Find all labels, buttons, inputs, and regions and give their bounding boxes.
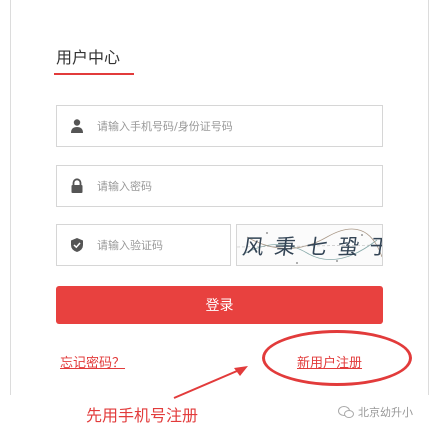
forgot-password-link[interactable]: 忘记密码？ [60, 352, 125, 371]
annotation-arrow [173, 366, 248, 399]
captcha-field[interactable] [56, 224, 242, 266]
watermark: 北京幼升小 [338, 404, 413, 420]
user-icon [69, 118, 85, 134]
annotation-text: 先用手机号注册 [86, 406, 199, 425]
shield-icon [69, 237, 85, 253]
password-input[interactable] [97, 166, 382, 206]
password-field[interactable] [56, 165, 383, 207]
phone-field[interactable] [56, 105, 383, 147]
login-button[interactable]: 登录 [56, 286, 383, 324]
register-link[interactable]: 新用户注册 [297, 352, 362, 371]
wechat-icon [338, 406, 354, 418]
watermark-text: 北京幼升小 [358, 406, 413, 419]
title-underline [54, 73, 134, 75]
phone-input[interactable] [97, 106, 382, 146]
captcha-image[interactable]: 风 秉 七 蛩 于 [236, 224, 383, 266]
page-title: 用户中心 [56, 48, 121, 67]
lock-icon [69, 178, 85, 194]
captcha-input[interactable] [97, 225, 242, 265]
captcha-text: 风 秉 七 蛩 于 [241, 235, 383, 259]
